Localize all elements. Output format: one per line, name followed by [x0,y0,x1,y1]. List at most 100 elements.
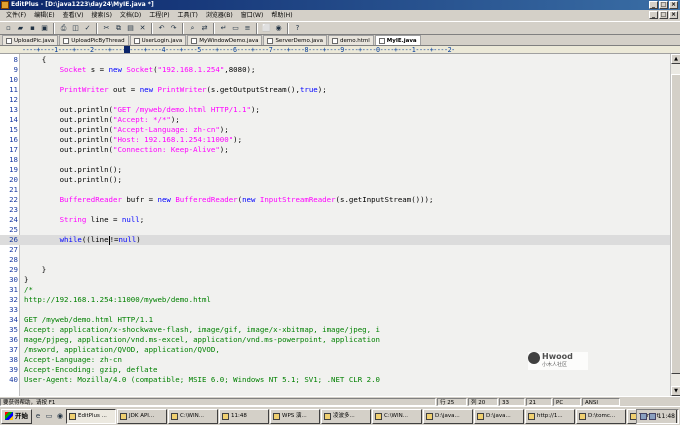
code-line[interactable]: 20 out.println(); [0,175,670,185]
taskbar-button[interactable]: http://1... [525,408,575,424]
tab-demo-html[interactable]: demo.html [328,35,374,45]
quicklaunch-desktop-icon[interactable]: ▭ [44,410,54,422]
title-bar[interactable]: EditPlus - [D:\java1223\day24\MyIE.java … [0,0,680,10]
code-line[interactable]: 16 out.println("Host: 192.168.1.254:1100… [0,135,670,145]
taskbar-button[interactable]: C:\WIN... [168,408,218,424]
code-line[interactable]: 30} [0,275,670,285]
copy-icon[interactable]: ⧉ [113,23,124,34]
ruler-icon[interactable]: ▭ [230,23,241,34]
save-all-icon[interactable]: ▣ [39,23,50,34]
cut-icon[interactable]: ✂ [101,23,112,34]
code-line[interactable]: 27 [0,245,670,255]
open-folder-icon[interactable]: ▰ [15,23,26,34]
taskbar-button[interactable]: JDK API... [117,408,167,424]
quicklaunch-ie-icon[interactable]: e [33,410,43,422]
taskbar-button[interactable]: 11:48 [219,408,269,424]
word-wrap-icon[interactable]: ↵ [218,23,229,34]
code-line[interactable]: 33 [0,305,670,315]
quicklaunch-player-icon[interactable]: ◉ [55,410,65,422]
code-line[interactable]: 17 out.println("Connection: Keep-Alive")… [0,145,670,155]
code-line[interactable]: 21 [0,185,670,195]
taskbar-button[interactable]: D:\java... [423,408,473,424]
scroll-thumb[interactable] [671,74,680,374]
code-line[interactable]: 24 String line = null; [0,215,670,225]
menu-window[interactable]: 窗口(W) [237,10,268,21]
menu-project[interactable]: 工程(P) [145,10,173,21]
code-line[interactable]: 35 Accept: application/x-shockwave-flash,… [0,325,670,335]
menu-view[interactable]: 查看(V) [59,10,88,21]
help-icon[interactable]: ? [292,23,303,34]
taskbar-button[interactable]: EditPlus ... [66,408,116,424]
line-numbers-icon[interactable]: ≡ [242,23,253,34]
start-button[interactable]: 开始 [1,408,32,424]
close-button[interactable]: × [669,1,678,9]
minimize-button[interactable]: _ [649,1,658,9]
scroll-down-icon[interactable]: ▼ [671,386,680,396]
scroll-up-icon[interactable]: ▲ [671,54,680,64]
tab-mywindowdemo[interactable]: MyWindowDemo.java [187,35,263,45]
tab-serverdemo[interactable]: ServerDemo.java [263,35,327,45]
code-line[interactable]: 34 GET /myweb/demo.html HTTP/1.1 [0,315,670,325]
code-line[interactable]: 13 out.println("GET /myweb/demo.html HTT… [0,105,670,115]
code-line[interactable]: 40 User-Agent: Mozilla/4.0 (compatible; M… [0,375,670,385]
maximize-button[interactable]: □ [659,1,668,9]
menu-document[interactable]: 文档(D) [116,10,145,21]
code-line[interactable]: 22 BufferedReader bufr = new BufferedRea… [0,195,670,205]
code-line[interactable]: 15 out.println("Accept-Language: zh-cn")… [0,125,670,135]
menu-file[interactable]: 文件(F) [2,10,30,21]
tray-network-icon[interactable] [639,413,647,420]
new-file-icon[interactable]: ▫ [3,23,14,34]
tab-uploadpicbythread[interactable]: UploadPicByThread [59,35,129,45]
code-line[interactable]: 25 [0,225,670,235]
doc-minimize-button[interactable]: _ [649,11,658,19]
code-line[interactable]: 36 mage/pjpeg, application/vnd.ms-excel, … [0,335,670,345]
doc-restore-button[interactable]: □ [659,11,668,19]
spell-check-icon[interactable]: ✓ [82,23,93,34]
tab-uploadpic[interactable]: UploadPic.java [2,35,59,45]
code-line[interactable]: 14 out.println("Accept: */*"); [0,115,670,125]
menu-browser[interactable]: 浏览器(B) [202,10,237,21]
menu-help[interactable]: 帮助(H) [267,10,296,21]
code-line[interactable]: 19 out.println(); [0,165,670,175]
code-line[interactable]: 8 { [0,55,670,65]
redo-icon[interactable]: ↷ [168,23,179,34]
code-line[interactable]: 26 while((line!=null) [0,235,670,245]
tab-userlogin[interactable]: UserLogin.java [129,35,187,45]
code-line[interactable]: 29 } [0,265,670,275]
save-icon[interactable]: ▪ [27,23,38,34]
delete-icon[interactable]: ✕ [137,23,148,34]
code-line[interactable]: 23 [0,205,670,215]
taskbar-button[interactable]: 凌波多... [321,408,371,424]
find-icon[interactable]: ⌕ [187,23,198,34]
print-icon[interactable]: ⎙ [58,23,69,34]
code-line[interactable]: 32 http://192.168.1.254:11000/myweb/demo.… [0,295,670,305]
taskbar-button[interactable]: D:\tomc... [576,408,626,424]
tab-myie[interactable]: MyIE.java [374,35,421,45]
undo-icon[interactable]: ↶ [156,23,167,34]
taskbar-button[interactable]: C:\WIN... [372,408,422,424]
code-editor[interactable]: 8 {9 Socket s = new Socket("192.168.1.25… [0,54,670,396]
code-line[interactable]: 12 [0,95,670,105]
code-line[interactable]: 28 [0,255,670,265]
menu-search[interactable]: 搜索(S) [87,10,116,21]
code-line[interactable]: 31 /* [0,285,670,295]
code-line[interactable]: 11 PrintWriter out = new PrintWriter(s.g… [0,85,670,95]
java-file-icon [378,37,385,44]
tray-volume-icon[interactable] [648,413,656,420]
browser-icon[interactable]: ◉ [273,23,284,34]
doc-close-button[interactable]: × [669,11,678,19]
code-line[interactable]: 10 [0,75,670,85]
taskbar-button[interactable]: WPS 演... [270,408,320,424]
fullscreen-icon[interactable]: ⬜ [261,23,272,34]
menu-edit[interactable]: 编辑(E) [30,10,58,21]
code-line[interactable]: 9 Socket s = new Socket("192.168.1.254",… [0,65,670,75]
line-number: 11 [9,85,18,94]
code-line[interactable]: 18 [0,155,670,165]
taskbar-button[interactable]: D:\java... [474,408,524,424]
print-preview-icon[interactable]: ◫ [70,23,81,34]
line-number: 34 [9,315,18,324]
paste-icon[interactable]: ▤ [125,23,136,34]
replace-icon[interactable]: ⇄ [199,23,210,34]
vertical-scrollbar[interactable]: ▲ ▼ [670,54,680,396]
menu-tools[interactable]: 工具(T) [174,10,202,21]
